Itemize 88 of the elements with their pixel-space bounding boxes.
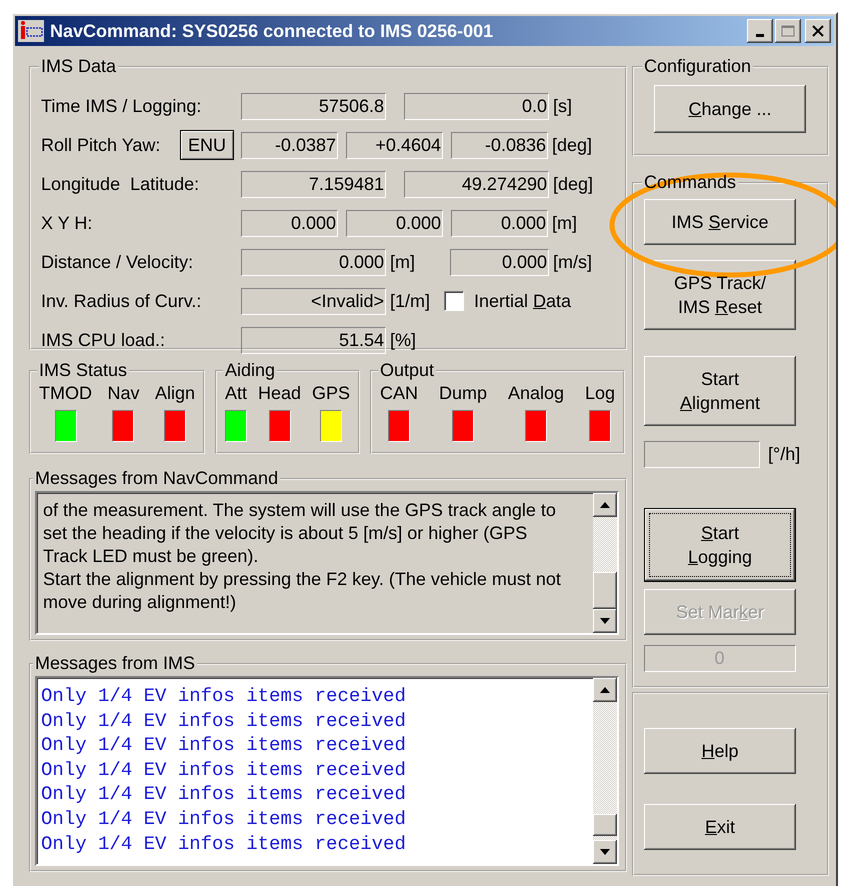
led-label: GPS: [312, 383, 350, 404]
scroll-up-button[interactable]: [593, 493, 617, 517]
field-label: Roll Pitch Yaw:: [41, 134, 162, 156]
message-text: Start the alignment by pressing the F2 key. (The vehicle must not move during alignment!): [43, 568, 562, 614]
field-label: Inv. Radius of Curv.:: [41, 290, 202, 312]
window-title: NavCommand: SYS0256 connected to IMS 0256-001: [50, 20, 494, 42]
exit-button[interactable]: Exit: [644, 804, 796, 850]
maximize-button[interactable]: [775, 19, 801, 43]
scroll-down-button[interactable]: [593, 840, 617, 864]
maximize-icon: [781, 25, 795, 37]
readout-field: 0.000: [346, 210, 443, 236]
close-icon: [812, 25, 824, 37]
unit-label: [°/h]: [768, 444, 800, 465]
readout-field: 0.0: [404, 92, 549, 120]
group-title: Configuration: [643, 56, 752, 77]
command-button[interactable]: GPS Track/ IMS Reset: [644, 260, 796, 330]
value-field: 0: [644, 645, 796, 672]
led-label: CAN: [380, 383, 418, 404]
log-line: Only 1/4 EV infos items received: [41, 832, 407, 856]
command-button[interactable]: Start Alignment: [644, 356, 796, 426]
readout-field: 51.54: [241, 326, 386, 354]
up-arrow-icon: [600, 502, 610, 508]
minimize-button[interactable]: [747, 19, 773, 43]
unit-label: [deg]: [553, 174, 594, 194]
scrollbar[interactable]: [593, 493, 617, 633]
change-button[interactable]: Change ...: [654, 85, 806, 133]
led-label: TMOD: [39, 383, 92, 404]
value-field[interactable]: [644, 441, 760, 468]
led-label: Align: [154, 383, 195, 404]
log-line: Only 1/4 EV infos items received: [41, 684, 407, 709]
readout-field: 7.159481: [241, 170, 386, 198]
help-button[interactable]: Help: [644, 728, 796, 774]
readout-field: 57506.8: [241, 92, 386, 120]
readout-field: -0.0387: [241, 132, 338, 158]
down-arrow-icon: [600, 849, 610, 855]
led-label: Log: [584, 383, 615, 404]
field-label: Time IMS / Logging:: [41, 96, 202, 116]
log-line: Only 1/4 EV infos items received: [41, 758, 407, 782]
scrollbar[interactable]: [593, 678, 617, 864]
readout-field: +0.4604: [346, 132, 443, 158]
close-button[interactable]: [805, 19, 831, 43]
field-label: Longitude Latitude:: [41, 174, 200, 194]
scroll-thumb[interactable]: [593, 572, 617, 610]
group-title: IMS Status: [38, 360, 128, 381]
down-arrow-icon: [600, 618, 610, 624]
checkbox[interactable]: [444, 291, 464, 311]
unit-label: [deg]: [552, 134, 592, 156]
led-label: Nav: [107, 383, 140, 404]
field-label: Distance / Velocity:: [41, 252, 194, 272]
frame-button[interactable]: ENU: [180, 130, 234, 160]
unit-label: [m/s]: [553, 252, 592, 272]
field-label: X Y H:: [41, 212, 94, 234]
unit-label: [s]: [553, 96, 572, 116]
readout-field: 0.000: [241, 248, 386, 276]
led-label: Analog: [508, 383, 564, 404]
checkbox-label[interactable]: Inertial Data: [474, 290, 572, 312]
field-label: IMS CPU load.:: [41, 330, 166, 350]
readout-field: 49.274290: [404, 170, 549, 198]
readout-field: -0.0836: [451, 132, 548, 158]
minimize-icon: [756, 34, 764, 36]
readout-field: 0.000: [241, 210, 338, 236]
unit-label: [m]: [390, 252, 416, 272]
led-label: Att: [225, 383, 248, 404]
scroll-up-button[interactable]: [593, 678, 617, 702]
group-title: Aiding: [224, 360, 276, 381]
group-title: Messages from NavCommand: [34, 468, 280, 489]
unit-label: [%]: [390, 330, 416, 350]
scroll-thumb[interactable]: [593, 814, 617, 836]
scroll-down-button[interactable]: [593, 609, 617, 633]
unit-label: [1/m]: [390, 290, 430, 312]
up-arrow-icon: [600, 687, 610, 693]
readout-field: 0.000: [451, 210, 548, 236]
command-button[interactable]: IMS Service: [644, 199, 796, 245]
group-title: IMS Data: [40, 56, 118, 77]
group-title: Messages from IMS: [34, 653, 196, 674]
log-line: Only 1/4 EV infos items received: [41, 733, 407, 758]
group-title: Output: [379, 360, 436, 381]
log-line: Only 1/4 EV infos items received: [41, 806, 407, 832]
log-line: Only 1/4 EV infos items received: [41, 708, 407, 734]
app-icon: [18, 20, 44, 42]
readout-field: 0.000: [450, 248, 549, 276]
led-label: Head: [258, 383, 302, 404]
log-line: Only 1/4 EV infos items received: [41, 782, 407, 807]
led-label: Dump: [438, 383, 487, 404]
command-button[interactable]: Start Logging: [644, 508, 796, 582]
unit-label: [m]: [552, 212, 577, 234]
readout-field: <Invalid>: [241, 288, 386, 314]
message-text: of the measurement. The system will use the GPS track angle to set the heading if the velocity is about 5 [m/s] or higher (GPS Track LED must be green).: [43, 499, 557, 568]
